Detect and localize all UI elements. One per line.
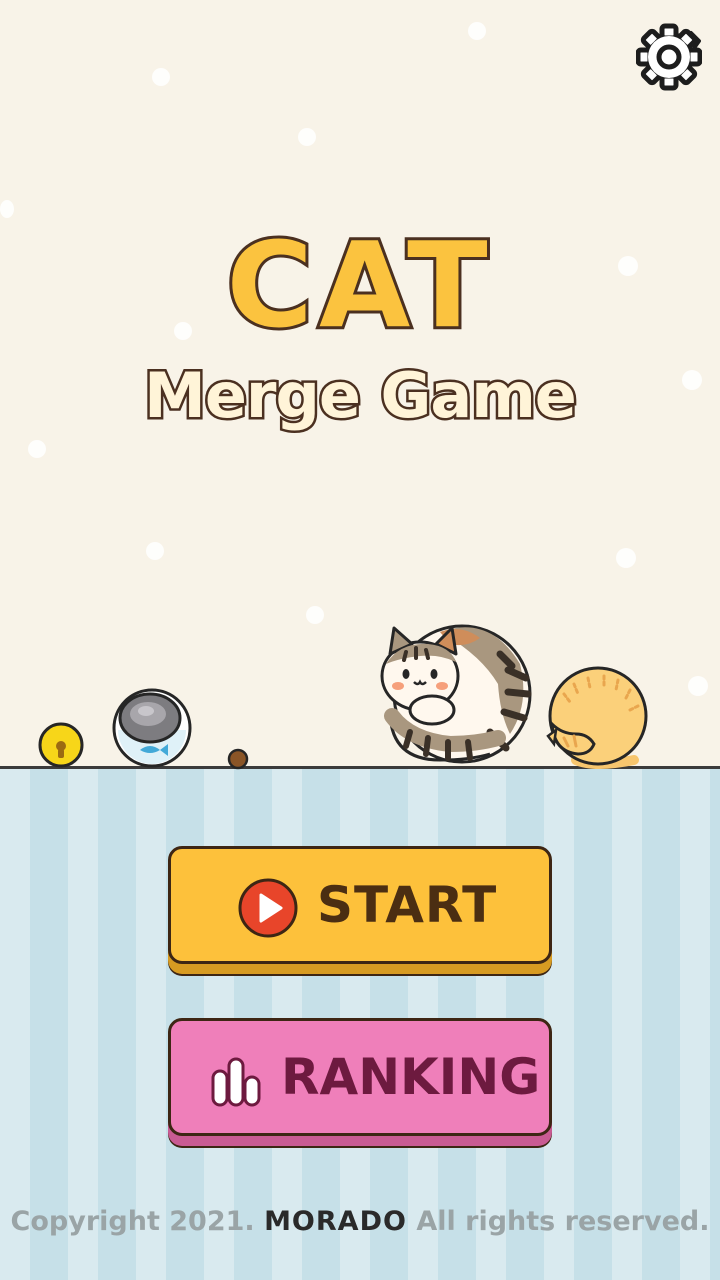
start-button-label: START [317,876,498,934]
ranking-button-label: RANKING [281,1048,541,1106]
play-icon [238,878,298,938]
fish-can-icon [112,688,192,768]
orange-cat-sprite [546,666,648,769]
copyright-footer: Copyright 2021. MORADO All rights reserv… [0,1206,720,1237]
title-cat: CAT [223,216,494,354]
start-button[interactable]: START [168,846,552,964]
background-dot [468,22,486,40]
copyright-suffix: All rights reserved. [416,1206,710,1237]
kibble-icon [227,748,249,770]
background-dot [306,606,324,624]
copyright-prefix: Copyright 2021. [10,1206,255,1237]
title-subtitle: Merge Game [142,357,580,434]
bar-chart-icon [211,1057,261,1107]
background-dot [616,548,636,568]
background-dot [0,200,14,218]
background-dot [152,68,170,86]
gear-icon [635,23,703,91]
ranking-button[interactable]: RANKING [168,1018,552,1136]
background-dot [298,128,316,146]
bell-ball-icon [38,722,84,768]
calico-cat-sprite [380,624,532,764]
background-dot [146,542,164,560]
background-dot [688,676,708,696]
settings-button[interactable] [635,22,703,92]
game-logo: CAT Merge Game [0,216,720,450]
brand-logo: MORADO [264,1206,407,1237]
